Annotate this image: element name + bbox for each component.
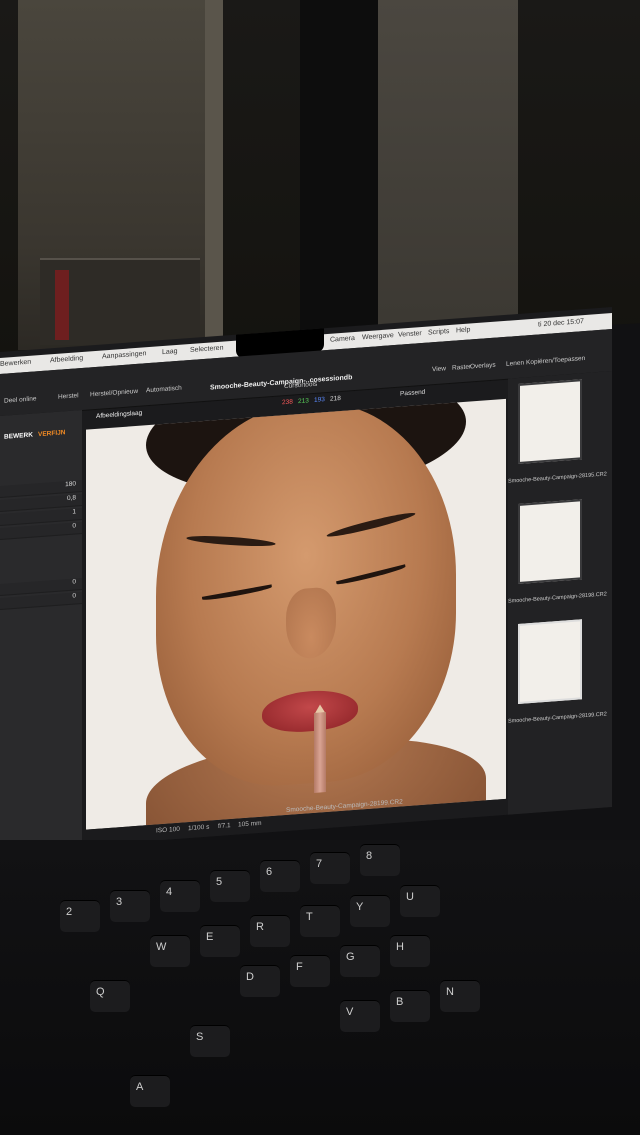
key[interactable]: 2 <box>60 900 100 932</box>
menu-camera[interactable]: Camera <box>330 335 355 344</box>
key[interactable]: V <box>340 1000 380 1032</box>
key[interactable]: 6 <box>260 860 300 892</box>
menu-afbeelding[interactable]: Afbeelding <box>50 355 83 364</box>
key[interactable]: U <box>400 885 440 917</box>
thumbnail-label: Smooche-Beauty-Campaign-28198.CR2 <box>508 591 607 605</box>
key[interactable]: D <box>240 965 280 997</box>
key[interactable]: H <box>390 935 430 967</box>
slider-value: 0 <box>72 522 76 530</box>
iso-value: ISO 100 <box>156 825 180 835</box>
key[interactable]: R <box>250 915 290 947</box>
zoom-fit[interactable]: Passend <box>400 389 425 398</box>
menu-help[interactable]: Help <box>456 326 470 334</box>
lenen-button[interactable]: Lenen <box>506 360 524 368</box>
aperture-value: f/7.1 <box>218 822 231 830</box>
tab-bewerk[interactable]: BEWERK <box>4 432 33 441</box>
slider-value: 1 <box>72 508 76 516</box>
layer-selector[interactable]: Afbeeldingslaag <box>96 410 142 420</box>
slider-value: 180 <box>65 480 76 489</box>
dark-pillar <box>300 0 378 345</box>
tab-verfijn[interactable]: VERFIJN <box>38 429 65 438</box>
menu-venster[interactable]: Venster <box>398 330 422 339</box>
rgb-l: 218 <box>330 394 341 403</box>
wall <box>378 0 518 340</box>
raster-button[interactable]: Raster <box>452 363 471 371</box>
thumbnail[interactable] <box>518 379 582 464</box>
key[interactable]: 3 <box>110 890 150 922</box>
document-title: Smooche-Beauty-Campaign-..cosessiondb <box>210 374 353 392</box>
laptop-screen: Bewerken Afbeelding Aanpassingen Laag Se… <box>0 307 612 853</box>
key[interactable]: B <box>390 990 430 1022</box>
rgb-g: 213 <box>298 397 309 406</box>
share-button[interactable]: Deel online <box>4 395 37 404</box>
kopieren-button[interactable]: Kopiëren/Toepassen <box>526 355 585 366</box>
filmstrip-panel: Smooche-Beauty-Campaign-28195.CR2 Smooch… <box>508 371 612 815</box>
keyboard: 2 3 4 5 6 7 8 W E R T Y U Q D F G H S V … <box>0 840 640 1135</box>
view-button[interactable]: View <box>432 365 446 373</box>
shutter-value: 1/100 s <box>188 823 210 833</box>
thumbnail-selected[interactable] <box>518 619 582 704</box>
menu-bewerken[interactable]: Bewerken <box>0 359 31 368</box>
key[interactable]: 8 <box>360 844 400 876</box>
key[interactable]: N <box>440 980 480 1012</box>
menu-aanpassingen[interactable]: Aanpassingen <box>102 350 146 360</box>
key[interactable]: 7 <box>310 852 350 884</box>
key[interactable]: G <box>340 945 380 977</box>
key[interactable]: S <box>190 1025 230 1057</box>
lip-pencil <box>314 712 326 793</box>
door-frame <box>205 0 223 350</box>
red-book <box>55 270 69 340</box>
key[interactable]: 4 <box>160 880 200 912</box>
herstel-opnieuw-button[interactable]: Herstel/Opnieuw <box>90 388 138 399</box>
slider-value: 0 <box>72 578 76 586</box>
slider-value: 0,8 <box>66 494 76 503</box>
thumbnail[interactable] <box>518 499 582 584</box>
left-tool-panel: BEWERK VERFIJN 180 0,8 1 0 0 0 <box>0 409 82 852</box>
menu-laag[interactable]: Laag <box>162 348 178 356</box>
key[interactable]: E <box>200 925 240 957</box>
photo-scene: Bewerken Afbeelding Aanpassingen Laag Se… <box>0 0 640 1135</box>
focal-value: 105 mm <box>238 819 262 829</box>
overlays-button[interactable]: Overlays <box>470 362 496 371</box>
slider-value: 0 <box>72 592 76 600</box>
automatisch-button[interactable]: Automatisch <box>146 385 182 395</box>
herstel-button[interactable]: Herstel <box>58 392 79 401</box>
thumbnail-label: Smooche-Beauty-Campaign-28195.CR2 <box>508 471 607 485</box>
key[interactable]: W <box>150 935 190 967</box>
clock: ti 20 dec 15:07 <box>538 318 584 329</box>
thumbnail-label: Smooche-Beauty-Campaign-28199.CR2 <box>508 711 607 725</box>
menu-selecteren[interactable]: Selecteren <box>190 345 223 354</box>
key[interactable]: 5 <box>210 870 250 902</box>
key[interactable]: T <box>300 905 340 937</box>
key[interactable]: A <box>130 1075 170 1107</box>
key[interactable]: Q <box>90 980 130 1012</box>
menu-scripts[interactable]: Scripts <box>428 328 449 337</box>
rgb-r: 238 <box>282 398 293 407</box>
menu-weergave[interactable]: Weergave <box>362 332 394 341</box>
key[interactable]: Y <box>350 895 390 927</box>
cursortools-label: Cursortools <box>284 380 318 391</box>
image-canvas[interactable] <box>86 398 506 830</box>
key[interactable]: F <box>290 955 330 987</box>
rgb-b: 193 <box>314 396 325 404</box>
